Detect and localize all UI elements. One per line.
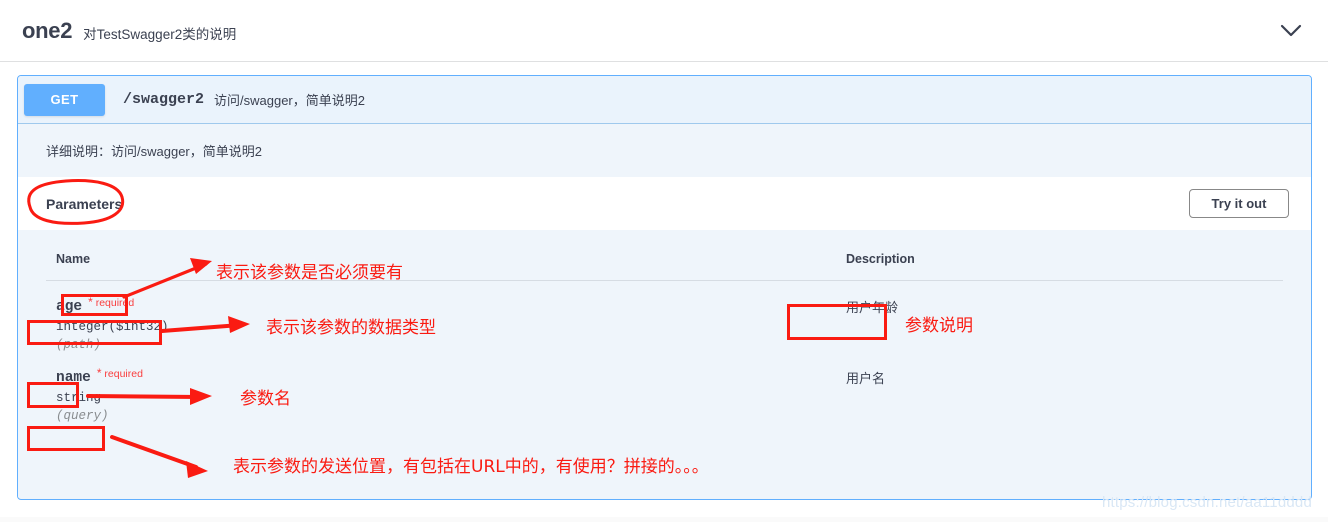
- table-header-row: Name Description: [46, 230, 1283, 281]
- parameter-name-cell-name: name * required string (query): [46, 352, 836, 423]
- parameter-description: 用户年龄: [846, 300, 899, 315]
- operation-notes-text: 详细说明：访问/swagger，简单说明2: [46, 144, 262, 159]
- operation-path: /swagger2: [123, 91, 205, 108]
- parameter-type: integer($int32): [56, 320, 169, 334]
- parameters-table-head: Name Description: [46, 230, 1283, 281]
- required-badge: * required: [96, 366, 143, 380]
- parameter-description-cell-age: 用户年龄: [836, 281, 1283, 353]
- parameter-name: name: [56, 370, 91, 386]
- parameters-body: Name Description age * required integer($…: [18, 230, 1311, 498]
- parameter-name-cell-age: age * required integer($int32) (path): [46, 281, 836, 352]
- parameter-type: string: [56, 391, 102, 405]
- parameter-location: (query): [56, 409, 109, 423]
- parameters-title: Parameters: [46, 195, 123, 212]
- tag-description: 对TestSwagger2类的说明: [83, 26, 237, 42]
- operation-summary: 访问/swagger，简单说明2: [214, 93, 365, 108]
- required-badge: * required: [88, 295, 135, 309]
- parameters-table-body: age * required integer($int32) (path) 用户年…: [46, 281, 1283, 423]
- column-header-description: Description: [836, 230, 1283, 281]
- chevron-down-icon[interactable]: [1276, 16, 1306, 46]
- try-it-out-button[interactable]: Try it out: [1189, 189, 1289, 218]
- parameter-description: 用户名: [846, 371, 886, 386]
- operation-summary-bar[interactable]: GET /swagger2 访问/swagger，简单说明2: [18, 76, 1311, 124]
- parameters-header: Parameters Try it out: [18, 177, 1311, 230]
- required-label: required: [104, 368, 143, 380]
- swagger-ui-page: one2 对TestSwagger2类的说明 GET /swagger2 访问/…: [0, 0, 1328, 517]
- required-label: required: [95, 297, 135, 309]
- column-header-name: Name: [46, 230, 836, 281]
- operation-notes: 详细说明：访问/swagger，简单说明2: [18, 124, 1311, 177]
- tag-header[interactable]: one2 对TestSwagger2类的说明: [0, 0, 1328, 62]
- parameter-name: age: [56, 299, 83, 315]
- parameter-location: (path): [56, 338, 102, 352]
- page-title: one2: [22, 17, 73, 43]
- parameter-description-cell-name: 用户名: [836, 352, 1283, 423]
- operation-card: GET /swagger2 访问/swagger，简单说明2 详细说明：访问/s…: [17, 75, 1312, 500]
- table-row: age * required integer($int32) (path) 用户年…: [46, 281, 1283, 353]
- required-star: *: [96, 366, 102, 380]
- required-star: *: [88, 295, 93, 309]
- http-method-badge: GET: [24, 83, 105, 116]
- table-row: name * required string (query) 用户名: [46, 352, 1283, 423]
- parameters-table: Name Description age * required integer($…: [46, 230, 1283, 423]
